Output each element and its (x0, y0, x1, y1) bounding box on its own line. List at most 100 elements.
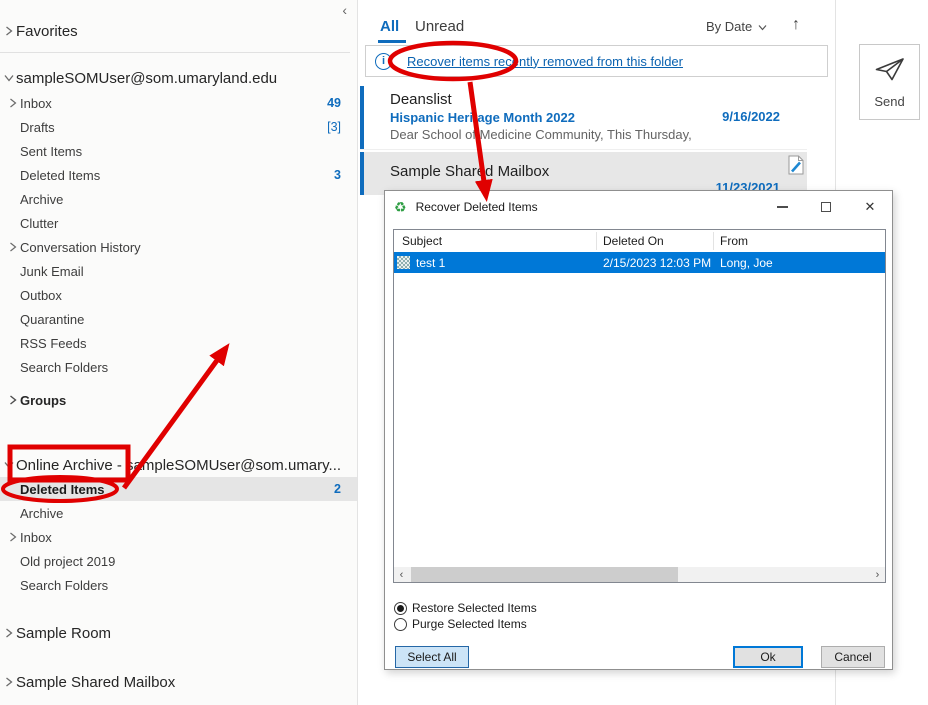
sidebar-item-junk-email[interactable]: Junk Email (0, 259, 357, 283)
folder-label: Inbox (20, 530, 52, 545)
column-header-subject[interactable]: Subject (402, 230, 442, 252)
sort-label: By Date (706, 19, 752, 34)
close-button[interactable]: ✕ (848, 191, 892, 222)
minimize-button[interactable] (760, 191, 804, 222)
sort-dropdown[interactable]: By Date (706, 19, 767, 34)
sidebar-item-rss-feeds[interactable]: RSS Feeds (0, 331, 357, 355)
tab-all-underline (378, 40, 406, 43)
scroll-left-icon[interactable]: ‹ (394, 567, 409, 582)
send-button[interactable]: Send (859, 44, 920, 120)
chevron-right-icon[interactable] (2, 628, 16, 638)
table-row-selected[interactable]: test 1 2/15/2023 12:03 PM Long, Joe (394, 252, 885, 273)
sidebar-item-sent-items[interactable]: Sent Items (0, 139, 357, 163)
column-header-deleted-on[interactable]: Deleted On (603, 230, 664, 252)
folder-count: 49 (327, 96, 341, 110)
dialog-title: Recover Deleted Items (416, 200, 538, 214)
account-label: sampleSOMUser@som.umaryland.edu (16, 70, 277, 87)
chevron-down-icon[interactable] (2, 74, 16, 82)
sidebar-item-drafts[interactable]: Drafts [3] (0, 115, 357, 139)
item-type-icon (397, 256, 410, 269)
folder-label: RSS Feeds (20, 336, 86, 351)
sample-shared-mailbox-label: Sample Shared Mailbox (16, 674, 175, 691)
sidebar-item-clutter[interactable]: Clutter (0, 211, 357, 235)
tab-all[interactable]: All (380, 18, 399, 35)
message-date: 9/16/2022 (722, 109, 780, 124)
sidebar-item-oa-archive[interactable]: Archive (0, 501, 357, 525)
folder-label: Sent Items (20, 144, 82, 159)
folder-count: 2 (334, 482, 341, 496)
groups-label: Groups (20, 393, 66, 408)
scroll-right-icon[interactable]: › (870, 567, 885, 582)
sidebar-item-search-folders[interactable]: Search Folders (0, 355, 357, 379)
sidebar-item-conversation-history[interactable]: Conversation History (0, 235, 357, 259)
selected-indicator-bar (360, 152, 364, 195)
cell-subject: test 1 (416, 252, 445, 273)
sidebar-item-inbox[interactable]: Inbox 49 (0, 91, 357, 115)
message-row-sample-shared-mailbox[interactable]: Sample Shared Mailbox 11/23/2021 (360, 152, 807, 195)
close-icon: ✕ (865, 199, 876, 215)
sidebar-section-favorites[interactable]: Favorites (0, 18, 357, 44)
sidebar-item-outbox[interactable]: Outbox (0, 283, 357, 307)
folder-label: Deleted Items (20, 482, 105, 497)
radio-purge-selected-items[interactable]: Purge Selected Items (394, 617, 527, 631)
scrollbar-thumb[interactable] (411, 567, 678, 582)
radio-restore-selected-items[interactable]: Restore Selected Items (394, 601, 537, 615)
sidebar-section-online-archive[interactable]: Online Archive - sampleSOMUser@som.umary… (0, 452, 357, 478)
tab-unread[interactable]: Unread (415, 18, 464, 35)
horizontal-scrollbar[interactable]: ‹ › (394, 567, 885, 582)
select-all-button[interactable]: Select All (395, 646, 469, 668)
paper-plane-icon (874, 56, 906, 86)
sidebar-item-deleted-items[interactable]: Deleted Items 3 (0, 163, 357, 187)
folder-label: Drafts (20, 120, 55, 135)
folder-label: Search Folders (20, 578, 108, 593)
folder-count: 3 (334, 168, 341, 182)
folder-label: Search Folders (20, 360, 108, 375)
maximize-icon (821, 202, 831, 212)
folder-label: Outbox (20, 288, 62, 303)
folder-label: Conversation History (20, 240, 141, 255)
folder-label: Deleted Items (20, 168, 100, 183)
sidebar-section-groups[interactable]: Groups (0, 388, 357, 412)
collapse-sidebar-icon[interactable]: ‹ (342, 2, 347, 18)
radio-selected-icon (394, 602, 407, 615)
sidebar-section-sample-shared-mailbox[interactable]: Sample Shared Mailbox (0, 669, 357, 695)
chevron-right-icon[interactable] (2, 677, 16, 687)
folder-sidebar: ‹ Favorites sampleSOMUser@som.umaryland.… (0, 0, 358, 705)
favorites-label: Favorites (16, 23, 78, 40)
dialog-title-bar[interactable]: ♻ Recover Deleted Items ✕ (385, 191, 892, 222)
sidebar-section-sample-room[interactable]: Sample Room (0, 620, 357, 646)
chevron-right-icon[interactable] (6, 395, 20, 405)
folder-count: [3] (327, 120, 341, 134)
sample-room-label: Sample Room (16, 625, 111, 642)
sidebar-item-oa-deleted-items[interactable]: Deleted Items 2 (0, 477, 357, 501)
chevron-right-icon[interactable] (2, 26, 16, 36)
chevron-right-icon[interactable] (6, 242, 20, 252)
sidebar-item-quarantine[interactable]: Quarantine (0, 307, 357, 331)
send-label: Send (874, 94, 904, 109)
cancel-button[interactable]: Cancel (821, 646, 885, 668)
message-sender: Deanslist (390, 91, 452, 108)
folder-label: Archive (20, 192, 63, 207)
sidebar-item-archive[interactable]: Archive (0, 187, 357, 211)
chevron-right-icon[interactable] (6, 532, 20, 542)
sidebar-item-oa-inbox[interactable]: Inbox (0, 525, 357, 549)
sidebar-item-oa-search-folders[interactable]: Search Folders (0, 573, 357, 597)
folder-label: Old project 2019 (20, 554, 115, 569)
sidebar-section-account[interactable]: sampleSOMUser@som.umaryland.edu (0, 65, 357, 91)
message-row-deanslist[interactable]: Deanslist Hispanic Heritage Month 2022 D… (360, 86, 807, 150)
maximize-button[interactable] (804, 191, 848, 222)
minimize-icon (777, 206, 788, 208)
folder-label: Clutter (20, 216, 58, 231)
message-sender: Sample Shared Mailbox (390, 163, 549, 180)
column-header-from[interactable]: From (720, 230, 748, 252)
folder-label: Archive (20, 506, 63, 521)
chevron-right-icon[interactable] (6, 98, 20, 108)
chevron-down-icon[interactable] (2, 461, 16, 469)
sort-ascending-icon[interactable]: ↑ (792, 16, 800, 34)
recover-items-info-bar: i Recover items recently removed from th… (365, 45, 828, 77)
sidebar-item-oa-old-project[interactable]: Old project 2019 (0, 549, 357, 573)
column-separator (713, 232, 714, 250)
recover-deleted-items-dialog: ♻ Recover Deleted Items ✕ Subject Delete… (384, 190, 893, 670)
ok-button[interactable]: Ok (733, 646, 803, 668)
recover-items-link[interactable]: Recover items recently removed from this… (407, 54, 683, 69)
